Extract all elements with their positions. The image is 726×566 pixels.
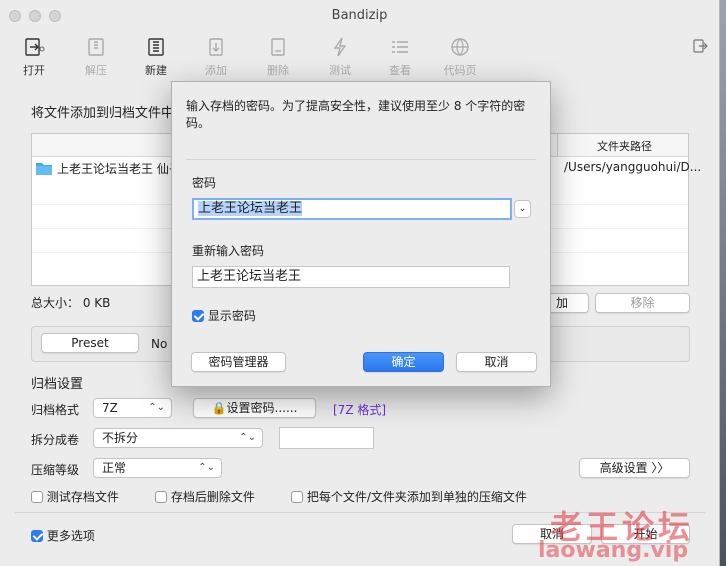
toolbar-open-label: 打开 xyxy=(23,64,45,77)
toolbar-test-label: 测试 xyxy=(329,64,351,77)
toolbar-codepage-button[interactable]: 代码页 xyxy=(438,36,482,78)
exit-icon[interactable] xyxy=(692,38,708,54)
separator xyxy=(15,512,705,513)
split-size-input[interactable] xyxy=(279,427,374,449)
compression-value: 正常 xyxy=(102,461,127,475)
row-file-name: 上老王论坛当老王 仙子 xyxy=(57,162,181,176)
password-manager-button[interactable]: 密码管理器 xyxy=(191,352,286,372)
format-tag: [7Z 格式] xyxy=(333,403,387,417)
split-value: 不拆分 xyxy=(102,431,139,445)
stepper-icon: ⌃⌄ xyxy=(198,462,215,473)
more-options-option[interactable]: 更多选项 xyxy=(31,527,95,544)
delete-file-icon xyxy=(271,38,285,56)
advanced-settings-button[interactable]: 高级设置 〉〉 xyxy=(579,458,690,478)
total-size: 总大小： 0 KB xyxy=(31,294,110,311)
stepper-icon: ⌃⌄ xyxy=(148,402,165,413)
toolbar-add-label: 添加 xyxy=(205,64,227,77)
toolbar-test-button[interactable]: 测试 xyxy=(318,36,362,78)
each-separate-checkbox[interactable] xyxy=(291,491,303,503)
chevron-right-icon: 〉〉 xyxy=(651,461,670,475)
advanced-settings-label: 高级设置 xyxy=(599,461,648,475)
archive-settings-title: 归档设置 xyxy=(31,377,84,392)
cancel-button[interactable]: 取消 xyxy=(512,524,592,544)
lock-icon: 🔒 xyxy=(211,401,227,415)
view-icon xyxy=(392,41,408,53)
toolbar-open-button[interactable]: 打开 xyxy=(12,36,56,78)
row-file-path: /Users/yangguohui/D... xyxy=(564,160,702,174)
format-value: 7Z xyxy=(102,401,118,415)
column-divider xyxy=(557,134,558,156)
delete-after-option[interactable]: 存档后删除文件 xyxy=(155,488,255,505)
delete-after-checkbox[interactable] xyxy=(155,491,167,503)
test-icon xyxy=(333,37,347,57)
dialog-cancel-button[interactable]: 取消 xyxy=(456,352,537,372)
each-separate-label: 把每个文件/文件夹添加到单独的压缩文件 xyxy=(306,490,527,504)
toolbar-view-label: 查看 xyxy=(389,64,411,77)
desktop-edge xyxy=(719,0,726,566)
start-button[interactable]: 开始 xyxy=(601,524,690,544)
password-input-text: 上老王论坛当老王 xyxy=(198,201,303,216)
folder-icon xyxy=(36,163,52,175)
reenter-password-input[interactable]: 上老王论坛当老王 xyxy=(192,266,510,288)
toolbar-new-button[interactable]: 新建 xyxy=(134,36,178,78)
total-size-value: 0 KB xyxy=(82,296,111,310)
password-input[interactable]: 上老王论坛当老王 xyxy=(192,198,512,220)
toolbar-codepage-label: 代码页 xyxy=(443,64,477,77)
chevron-down-icon[interactable]: ⌄ xyxy=(514,200,531,218)
window-title: Bandizip xyxy=(331,8,388,23)
test-archive-option[interactable]: 测试存档文件 xyxy=(31,488,119,505)
dialog-separator xyxy=(186,159,536,160)
new-archive-icon xyxy=(148,38,164,56)
show-password-checkbox[interactable] xyxy=(192,310,204,322)
test-archive-checkbox[interactable] xyxy=(31,491,43,503)
instruction-text: 将文件添加到归档文件中 xyxy=(31,106,175,121)
toolbar-delete-button[interactable]: 删除 xyxy=(256,36,300,78)
compression-label: 压缩等级 xyxy=(31,463,80,477)
toolbar-delete-label: 删除 xyxy=(267,64,289,77)
open-archive-icon xyxy=(25,38,45,56)
toolbar-extract-button[interactable]: 解压 xyxy=(74,36,118,78)
delete-after-label: 存档后删除文件 xyxy=(170,490,255,504)
remove-button[interactable]: 移除 xyxy=(595,293,690,313)
column-header-folder-path: 文件夹路径 xyxy=(597,140,652,153)
preset-value: No xyxy=(151,337,168,351)
each-separate-option[interactable]: 把每个文件/文件夹添加到单独的压缩文件 xyxy=(291,488,527,505)
format-label: 归档格式 xyxy=(31,403,80,417)
more-options-checkbox[interactable] xyxy=(31,530,43,542)
test-archive-label: 测试存档文件 xyxy=(46,490,119,504)
dialog-message: 输入存档的密码。为了提高安全性，建议使用至少 8 个字符的密码。 xyxy=(186,99,526,130)
ok-button[interactable]: 确定 xyxy=(363,352,444,372)
stepper-icon: ⌃⌄ xyxy=(239,432,256,443)
more-options-label: 更多选项 xyxy=(46,529,95,543)
split-select[interactable]: 不拆分 ⌃⌄ xyxy=(93,428,263,448)
toolbar-new-label: 新建 xyxy=(145,64,167,77)
show-password-option[interactable]: 显示密码 xyxy=(192,307,256,324)
add-file-icon xyxy=(209,38,223,56)
set-password-label: 设置密码...... xyxy=(226,401,298,415)
toolbar-add-button[interactable]: 添加 xyxy=(194,36,238,78)
total-size-label: 总大小： xyxy=(31,296,80,310)
toolbar: 打开 解压 新建 添加 删除 测试 查看 代码页 xyxy=(0,32,719,80)
format-select[interactable]: 7Z ⌃⌄ xyxy=(93,398,172,418)
split-label: 拆分成卷 xyxy=(31,433,80,447)
preset-button[interactable]: Preset xyxy=(41,333,139,353)
show-password-label: 显示密码 xyxy=(207,309,256,323)
reenter-password-label: 重新输入密码 xyxy=(192,244,265,258)
password-label: 密码 xyxy=(192,176,217,190)
compression-select[interactable]: 正常 ⌃⌄ xyxy=(93,458,222,478)
toolbar-extract-label: 解压 xyxy=(85,64,107,77)
set-password-button[interactable]: 🔒设置密码...... xyxy=(193,398,316,418)
globe-icon xyxy=(451,38,469,56)
toolbar-view-button[interactable]: 查看 xyxy=(378,36,422,78)
extract-icon xyxy=(88,38,104,56)
password-dialog: 输入存档的密码。为了提高安全性，建议使用至少 8 个字符的密码。 密码 上老王论… xyxy=(171,81,551,387)
title-bar: Bandizip xyxy=(0,0,719,32)
